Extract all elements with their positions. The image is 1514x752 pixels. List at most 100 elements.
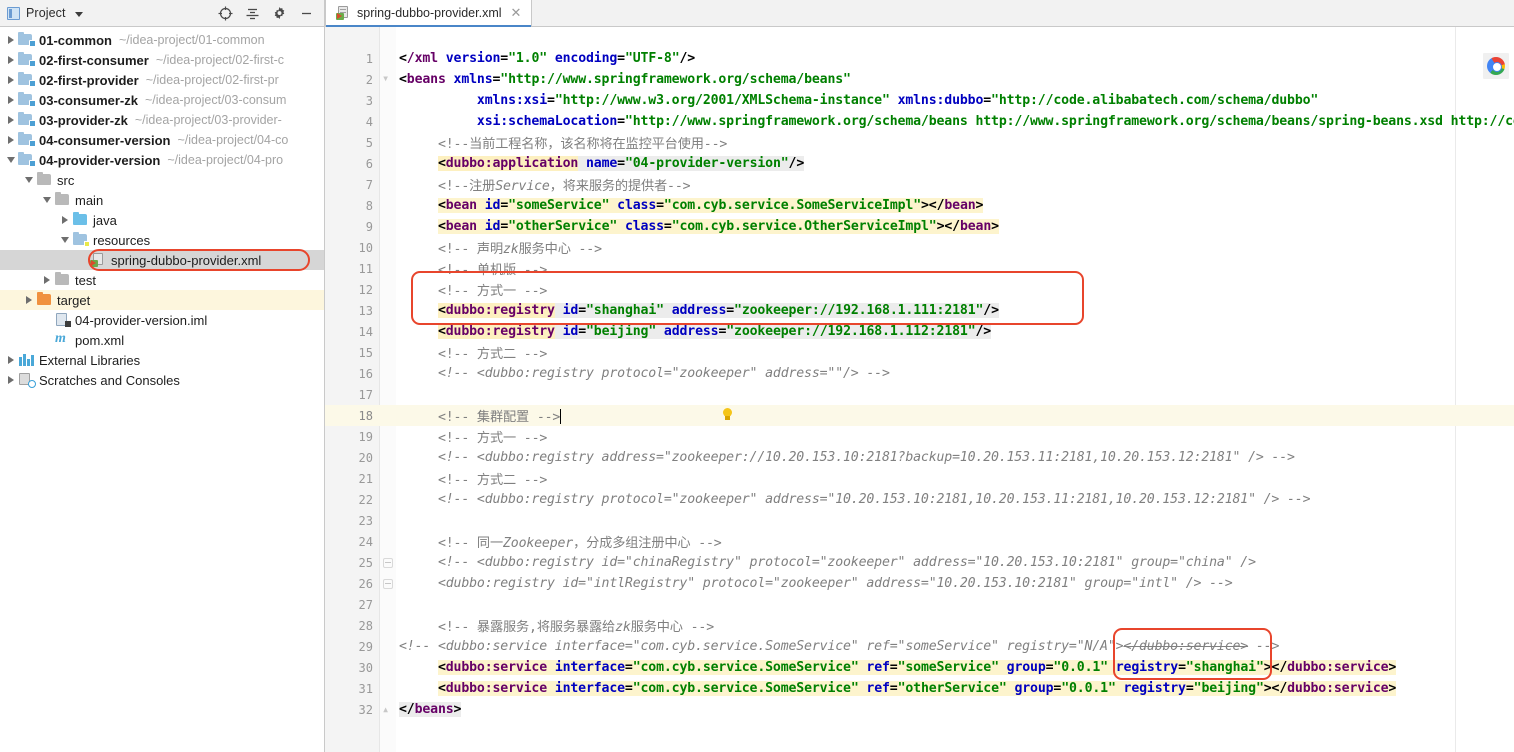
line-content[interactable]: <bean id="someService" class="com.cyb.se… xyxy=(399,198,1514,213)
tab-spring-dubbo-provider-xml[interactable]: spring-dubbo-provider.xml ✕ xyxy=(325,0,533,27)
line-content[interactable]: <!-- 方式二 --> xyxy=(399,469,1514,488)
tree-node-test[interactable]: test xyxy=(0,270,324,290)
fold-marker-line32[interactable]: ▴ xyxy=(382,702,389,716)
code-line-7[interactable]: 7 <!--注册Service，将来服务的提供者--> xyxy=(325,174,1514,195)
code-line-23[interactable]: 23 xyxy=(325,510,1514,531)
code-line-12[interactable]: 12 <!-- 方式一 --> xyxy=(325,279,1514,300)
line-content[interactable]: <!-- 单机版 --> xyxy=(399,259,1514,278)
fold-marker-line26[interactable] xyxy=(383,579,393,589)
settings-gear-icon[interactable] xyxy=(266,2,293,24)
tree-node-01-common[interactable]: 01-common ~/idea-project/01-common xyxy=(0,30,324,50)
tree-node-main[interactable]: main xyxy=(0,190,324,210)
code-line-5[interactable]: 5 <!--当前工程名称，该名称将在监控平台使用--> xyxy=(325,132,1514,153)
tree-node-04-provider-version-iml[interactable]: 04-provider-version.iml xyxy=(0,310,324,330)
tree-node-resources[interactable]: resources xyxy=(0,230,324,250)
line-content[interactable]: <!--当前工程名称，该名称将在监控平台使用--> xyxy=(399,133,1514,152)
code-line-20[interactable]: 20 <!-- <dubbo:registry address="zookeep… xyxy=(325,447,1514,468)
line-content[interactable]: <bean id="otherService" class="com.cyb.s… xyxy=(399,219,1514,234)
tree-expander[interactable] xyxy=(40,276,54,284)
tree-node-scratches-and-consoles[interactable]: Scratches and Consoles xyxy=(0,370,324,390)
chrome-icon[interactable] xyxy=(1483,53,1509,79)
project-tree[interactable]: 01-common ~/idea-project/01-common 02-firs… xyxy=(0,27,325,752)
code-line-11[interactable]: 11 <!-- 单机版 --> xyxy=(325,258,1514,279)
fold-marker-line2[interactable]: ▾ xyxy=(382,71,389,85)
tree-node-04-consumer-version[interactable]: 04-consumer-version ~/idea-project/04-co xyxy=(0,130,324,150)
tree-expander[interactable] xyxy=(4,76,18,84)
code-line-28[interactable]: 28 <!-- 暴露服务,将服务暴露给zk服务中心 --> xyxy=(325,615,1514,636)
tree-node-03-provider-zk[interactable]: 03-provider-zk ~/idea-project/03-provider… xyxy=(0,110,324,130)
intention-bulb-icon[interactable] xyxy=(721,408,734,422)
tree-node-02-first-provider[interactable]: 02-first-provider ~/idea-project/02-first… xyxy=(0,70,324,90)
code-editor[interactable]: 1 </xml version="1.0" encoding="UTF-8"/> 2… xyxy=(325,27,1514,752)
line-content[interactable]: <beans xmlns="http://www.springframework… xyxy=(399,72,1514,87)
tree-expander[interactable] xyxy=(4,356,18,364)
line-content[interactable]: <dubbo:registry id="intlRegistry" protoc… xyxy=(399,576,1514,591)
line-content[interactable]: xmlns:xsi="http://www.w3.org/2001/XMLSch… xyxy=(399,93,1514,108)
line-content[interactable]: <!-- 方式一 --> xyxy=(399,427,1514,446)
tree-expander[interactable] xyxy=(4,96,18,104)
code-line-15[interactable]: 15 <!-- 方式二 --> xyxy=(325,342,1514,363)
tree-node-spring-dubbo-provider-xml[interactable]: spring-dubbo-provider.xml xyxy=(0,250,324,270)
code-line-26[interactable]: 26 <dubbo:registry id="intlRegistry" pro… xyxy=(325,573,1514,594)
tree-expander[interactable] xyxy=(4,36,18,44)
line-content[interactable]: <dubbo:registry id="shanghai" address="z… xyxy=(399,303,1514,318)
code-line-27[interactable]: 27 xyxy=(325,594,1514,615)
line-content[interactable]: <!-- <dubbo:service interface="com.cyb.s… xyxy=(399,639,1514,654)
line-content[interactable]: <!-- 方式一 --> xyxy=(399,280,1514,299)
code-line-3[interactable]: 3 xmlns:xsi="http://www.w3.org/2001/XMLS… xyxy=(325,90,1514,111)
tree-expander[interactable] xyxy=(4,157,18,163)
line-content[interactable]: <!-- 声明zk服务中心 --> xyxy=(399,238,1514,257)
code-line-9[interactable]: 9 <bean id="otherService" class="com.cyb… xyxy=(325,216,1514,237)
line-content[interactable]: <dubbo:service interface="com.cyb.servic… xyxy=(399,681,1514,696)
fold-marker-line25[interactable] xyxy=(383,558,393,568)
tree-expander[interactable] xyxy=(58,237,72,243)
code-line-13[interactable]: 13 <dubbo:registry id="shanghai" address… xyxy=(325,300,1514,321)
line-content[interactable]: <!-- 同一Zookeeper，分成多组注册中心 --> xyxy=(399,532,1514,551)
code-line-4[interactable]: 4 xsi:schemaLocation="http://www.springf… xyxy=(325,111,1514,132)
code-line-24[interactable]: 24 <!-- 同一Zookeeper，分成多组注册中心 --> xyxy=(325,531,1514,552)
line-content[interactable]: <!--注册Service，将来服务的提供者--> xyxy=(399,175,1514,194)
code-line-14[interactable]: 14 <dubbo:registry id="beijing" address=… xyxy=(325,321,1514,342)
tree-node-pom-xml[interactable]: m pom.xml xyxy=(0,330,324,350)
line-content[interactable]: <!-- 集群配置 --> xyxy=(399,406,1514,425)
code-line-22[interactable]: 22 <!-- <dubbo:registry protocol="zookee… xyxy=(325,489,1514,510)
tree-expander[interactable] xyxy=(58,216,72,224)
code-line-10[interactable]: 10 <!-- 声明zk服务中心 --> xyxy=(325,237,1514,258)
close-icon[interactable]: ✕ xyxy=(509,5,524,20)
code-lines[interactable]: 1 </xml version="1.0" encoding="UTF-8"/> 2… xyxy=(325,27,1514,752)
chevron-down-icon[interactable] xyxy=(74,11,83,17)
tree-node-java[interactable]: java xyxy=(0,210,324,230)
code-line-19[interactable]: 19 <!-- 方式一 --> xyxy=(325,426,1514,447)
code-line-6[interactable]: 6 <dubbo:application name="04-provider-v… xyxy=(325,153,1514,174)
code-line-16[interactable]: 16 <!-- <dubbo:registry protocol="zookee… xyxy=(325,363,1514,384)
tree-expander[interactable] xyxy=(4,116,18,124)
tree-expander[interactable] xyxy=(4,376,18,384)
collapse-all-icon[interactable] xyxy=(239,2,266,24)
tree-node-02-first-consumer[interactable]: 02-first-consumer ~/idea-project/02-first… xyxy=(0,50,324,70)
tree-expander[interactable] xyxy=(4,136,18,144)
tree-expander[interactable] xyxy=(22,177,36,183)
tree-expander[interactable] xyxy=(4,56,18,64)
code-line-32[interactable]: 32 </beans> xyxy=(325,699,1514,720)
line-content[interactable]: <!-- 方式二 --> xyxy=(399,343,1514,362)
tree-node-03-consumer-zk[interactable]: 03-consumer-zk ~/idea-project/03-consum xyxy=(0,90,324,110)
code-line-2[interactable]: 2 <beans xmlns="http://www.springframewor… xyxy=(325,69,1514,90)
line-content[interactable]: <dubbo:service interface="com.cyb.servic… xyxy=(399,660,1514,675)
tree-expander[interactable] xyxy=(22,296,36,304)
tree-node-04-provider-version[interactable]: 04-provider-version ~/idea-project/04-pro xyxy=(0,150,324,170)
code-line-1[interactable]: 1 </xml version="1.0" encoding="UTF-8"/> xyxy=(325,48,1514,69)
line-content[interactable]: <!-- <dubbo:registry protocol="zookeeper… xyxy=(399,492,1514,507)
code-line-18[interactable]: 18 <!-- 集群配置 --> xyxy=(325,405,1514,426)
minimize-icon[interactable] xyxy=(293,2,320,24)
code-line-30[interactable]: 30 <dubbo:service interface="com.cyb.ser… xyxy=(325,657,1514,678)
code-line-21[interactable]: 21 <!-- 方式二 --> xyxy=(325,468,1514,489)
line-content[interactable]: </beans> xyxy=(399,702,1514,717)
line-content[interactable]: <!-- <dubbo:registry address="zookeeper:… xyxy=(399,450,1514,465)
line-content[interactable]: </xml version="1.0" encoding="UTF-8"/> xyxy=(399,51,1514,66)
locate-icon[interactable] xyxy=(212,2,239,24)
line-content[interactable]: <dubbo:application name="04-provider-ver… xyxy=(399,156,1514,171)
code-line-8[interactable]: 8 <bean id="someService" class="com.cyb.… xyxy=(325,195,1514,216)
line-content[interactable]: xsi:schemaLocation="http://www.springfra… xyxy=(399,114,1514,129)
code-line-31[interactable]: 31 <dubbo:service interface="com.cyb.ser… xyxy=(325,678,1514,699)
line-content[interactable]: <!-- <dubbo:registry id="chinaRegistry" … xyxy=(399,555,1514,570)
